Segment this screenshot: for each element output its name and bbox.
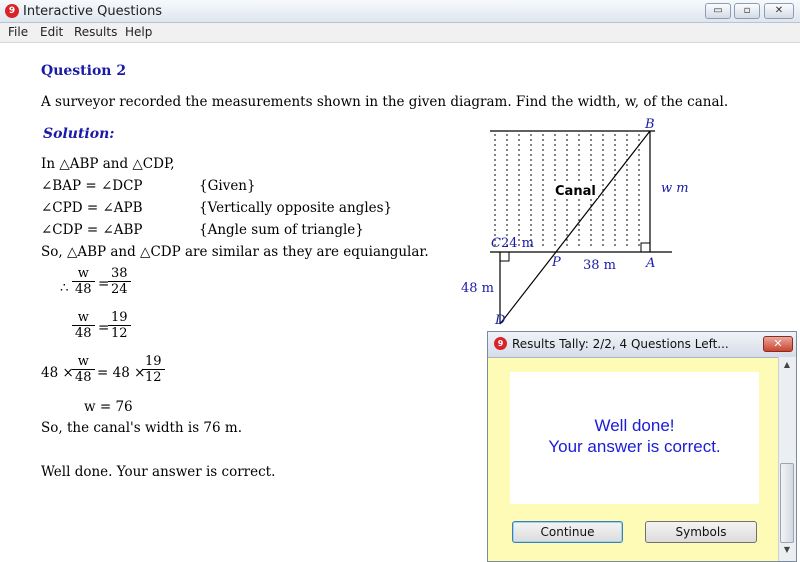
close-icon: ✕ bbox=[773, 337, 783, 350]
result-equation: w = 76 bbox=[84, 399, 133, 415]
question-text: A surveyor recorded the measurements sho… bbox=[41, 94, 729, 110]
fraction-2-right: 19 12 bbox=[108, 310, 131, 341]
window-title: Interactive Questions bbox=[23, 4, 163, 19]
right-angle-a bbox=[640, 242, 651, 253]
label-w: w m bbox=[661, 181, 689, 196]
reason-1-statement: ∠BAP = ∠DCP bbox=[41, 178, 143, 194]
label-d: D bbox=[494, 313, 506, 328]
scroll-down-icon[interactable]: ▼ bbox=[781, 545, 793, 557]
label-a: A bbox=[645, 256, 655, 271]
label-24m: 24 m bbox=[501, 236, 534, 251]
right-angle-c bbox=[499, 251, 510, 262]
close-button[interactable]: ✕ bbox=[764, 3, 794, 19]
fraction-3-right: 19 12 bbox=[142, 354, 165, 385]
fraction-denominator: 48 bbox=[75, 370, 92, 385]
fraction-numerator: w bbox=[72, 354, 95, 370]
message-box: Well done! Your answer is correct. bbox=[510, 372, 759, 504]
question-title: Question 2 bbox=[41, 63, 127, 79]
canal-diagram: Canal B C P A D w m 24 m 38 m 48 m bbox=[461, 117, 689, 328]
menu-edit[interactable]: Edit bbox=[40, 25, 63, 39]
dialog-title: Results Tally: 2/2, 4 Questions Left... bbox=[512, 337, 729, 351]
minimize-icon: ▭ bbox=[713, 5, 723, 16]
dialog-close-button[interactable]: ✕ bbox=[763, 336, 793, 352]
fraction-2-left: w 48 bbox=[72, 310, 95, 341]
menu-help[interactable]: Help bbox=[125, 25, 152, 39]
fraction-denominator: 48 bbox=[75, 326, 92, 341]
fraction-1-right: 38 24 bbox=[108, 266, 131, 297]
multiply-middle: = 48 × bbox=[97, 365, 146, 381]
fraction-numerator: 19 bbox=[142, 354, 165, 370]
scroll-thumb[interactable] bbox=[780, 463, 794, 543]
feedback-text: Well done. Your answer is correct. bbox=[41, 464, 276, 480]
fraction-denominator: 48 bbox=[75, 282, 92, 297]
continue-button[interactable]: Continue bbox=[512, 521, 623, 543]
solution-title: Solution: bbox=[43, 126, 115, 142]
reason-2-justification: {Vertically opposite angles} bbox=[199, 200, 393, 216]
app-icon: 9 bbox=[494, 337, 507, 350]
message-line-2: Your answer is correct. bbox=[548, 437, 721, 456]
multiply-prefix: 48 × bbox=[41, 365, 74, 381]
label-b: B bbox=[644, 117, 655, 132]
results-dialog: 9 Results Tally: 2/2, 4 Questions Left..… bbox=[487, 331, 797, 562]
reason-2-statement: ∠CPD = ∠APB bbox=[41, 200, 143, 216]
reason-3-justification: {Angle sum of triangle} bbox=[199, 222, 364, 238]
label-38m: 38 m bbox=[583, 258, 616, 273]
label-p: P bbox=[551, 255, 561, 270]
therefore-symbol: ∴ bbox=[60, 280, 69, 296]
menu-results[interactable]: Results bbox=[74, 25, 117, 39]
segment-bd bbox=[499, 130, 651, 325]
reason-1-justification: {Given} bbox=[199, 178, 256, 194]
solution-intro: In △ABP and △CDP, bbox=[41, 156, 175, 172]
dialog-scrollbar[interactable]: ▲ ▼ bbox=[778, 357, 796, 561]
message-line-1: Well done! bbox=[594, 416, 675, 435]
fraction-1-left: w 48 bbox=[72, 266, 95, 297]
maximize-icon: ▫ bbox=[743, 5, 751, 16]
label-c: C bbox=[491, 236, 501, 251]
reason-3-statement: ∠CDP = ∠ABP bbox=[41, 222, 143, 238]
fraction-3-left: w 48 bbox=[72, 354, 95, 385]
fraction-denominator: 12 bbox=[111, 326, 128, 341]
fraction-denominator: 24 bbox=[111, 282, 128, 297]
close-icon: ✕ bbox=[774, 5, 784, 16]
app-icon: 9 bbox=[5, 4, 19, 18]
fraction-numerator: 19 bbox=[108, 310, 131, 326]
similar-statement: So, △ABP and △CDP are similar as they ar… bbox=[41, 244, 429, 260]
canal-label: Canal bbox=[555, 184, 596, 199]
label-48m: 48 m bbox=[461, 281, 494, 296]
menu-bar: File Edit Results Help bbox=[0, 23, 800, 43]
menu-file[interactable]: File bbox=[8, 25, 28, 39]
fraction-denominator: 12 bbox=[145, 370, 162, 385]
conclusion-text: So, the canal's width is 76 m. bbox=[41, 420, 242, 436]
minimize-button[interactable]: ▭ bbox=[705, 3, 731, 19]
fraction-numerator: w bbox=[72, 266, 95, 282]
maximize-button[interactable]: ▫ bbox=[734, 3, 760, 19]
fraction-numerator: 38 bbox=[108, 266, 131, 282]
title-bar: 9 Interactive Questions ▭ ▫ ✕ bbox=[0, 0, 800, 23]
fraction-numerator: w bbox=[72, 310, 95, 326]
scroll-up-icon[interactable]: ▲ bbox=[781, 360, 793, 372]
symbols-button[interactable]: Symbols bbox=[645, 521, 757, 543]
dialog-title-bar: 9 Results Tally: 2/2, 4 Questions Left..… bbox=[488, 332, 796, 358]
